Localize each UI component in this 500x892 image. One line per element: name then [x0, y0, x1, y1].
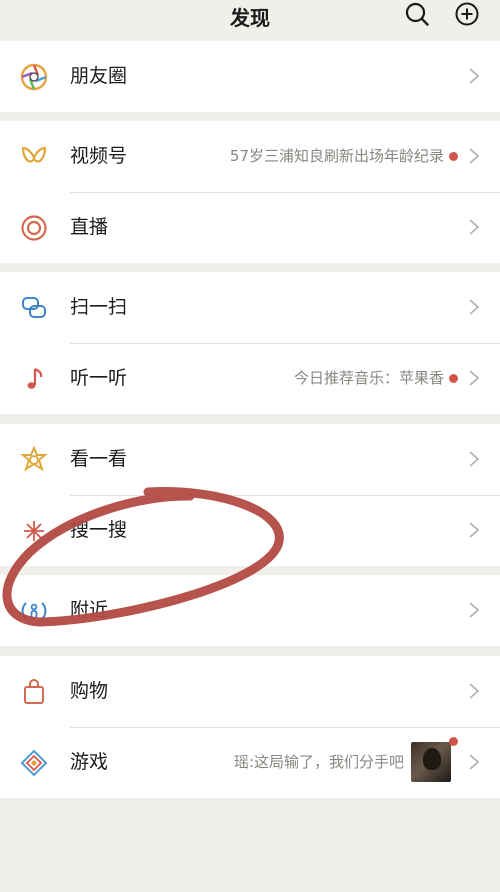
nearby-icon	[21, 602, 47, 620]
music-note-icon	[27, 368, 43, 389]
top-bar: 发现	[0, 0, 500, 40]
chevron-right-icon	[469, 148, 480, 164]
row-label: 游戏	[70, 751, 109, 773]
row-label: 购物	[70, 680, 109, 702]
chevron-right-icon	[469, 68, 480, 84]
row-shopping[interactable]: 购物	[0, 656, 500, 727]
chevron-right-icon	[469, 451, 480, 467]
game-thumbnail	[411, 742, 451, 782]
live-icon	[21, 215, 47, 241]
notification-dot	[449, 152, 458, 161]
group-top-stories: 看一看 搜一搜	[0, 424, 500, 566]
shopping-bag-icon	[24, 679, 44, 704]
row-games[interactable]: 游戏 瑶:这局输了，我们分手吧	[0, 727, 500, 798]
search-sparkle-icon	[24, 521, 44, 541]
row-nearby[interactable]: 附近	[0, 575, 500, 646]
game-icon	[20, 749, 48, 777]
row-label: 听一听	[70, 367, 128, 389]
row-label: 扫一扫	[70, 296, 128, 318]
search-icon[interactable]	[404, 1, 430, 27]
top-stories-icon	[20, 446, 48, 472]
notification-dot	[449, 737, 458, 746]
row-label: 视频号	[70, 145, 128, 167]
group-scan: 扫一扫 听一听 今日推荐音乐：苹果香	[0, 272, 500, 414]
row-label: 搜一搜	[70, 519, 128, 541]
group-shopping: 购物 游戏 瑶:这局输了，我们分手吧	[0, 656, 500, 798]
row-label: 附近	[70, 599, 109, 621]
chevron-right-icon	[469, 219, 480, 235]
row-scan[interactable]: 扫一扫	[0, 272, 500, 343]
row-label: 朋友圈	[70, 65, 128, 87]
group-nearby: 附近	[0, 575, 500, 646]
listen-subtitle: 今日推荐音乐：苹果香	[293, 369, 444, 387]
channels-icon	[21, 146, 47, 163]
games-subtitle: 瑶:这局输了，我们分手吧	[233, 753, 404, 771]
group-moments: 朋友圈	[0, 41, 500, 112]
scan-icon	[22, 297, 46, 318]
notification-dot	[449, 374, 458, 383]
group-channels: 视频号 57岁三浦知良刷新出场年龄纪录 直播	[0, 121, 500, 263]
row-listen[interactable]: 听一听 今日推荐音乐：苹果香	[0, 343, 500, 414]
chevron-right-icon	[469, 683, 480, 699]
moments-icon	[20, 63, 48, 91]
chevron-right-icon	[469, 299, 480, 315]
row-channels[interactable]: 视频号 57岁三浦知良刷新出场年龄纪录	[0, 121, 500, 192]
chevron-right-icon	[469, 602, 480, 618]
row-live[interactable]: 直播	[0, 192, 500, 263]
chevron-right-icon	[469, 754, 480, 770]
chevron-right-icon	[469, 370, 480, 386]
row-label: 直播	[70, 216, 109, 238]
chevron-right-icon	[469, 522, 480, 538]
row-search[interactable]: 搜一搜	[0, 495, 500, 566]
row-moments[interactable]: 朋友圈	[0, 41, 500, 112]
channels-subtitle: 57岁三浦知良刷新出场年龄纪录	[229, 147, 444, 165]
add-icon[interactable]	[454, 1, 480, 27]
row-label: 看一看	[70, 448, 128, 470]
row-top-stories[interactable]: 看一看	[0, 424, 500, 495]
